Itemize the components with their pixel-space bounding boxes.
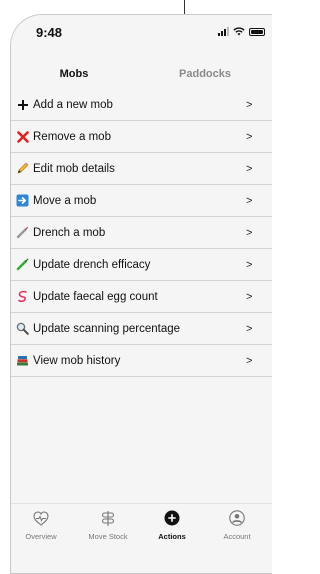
status-time: 9:48 xyxy=(36,25,63,40)
action-update-drench-efficacy[interactable]: Update drench efficacy > xyxy=(11,249,272,281)
chevron-right-icon: > xyxy=(246,130,253,143)
action-move-mob[interactable]: Move a mob > xyxy=(11,185,272,217)
chevron-right-icon: > xyxy=(246,226,253,239)
action-drench-mob[interactable]: Drench a mob > xyxy=(11,217,272,249)
nav-label: Actions xyxy=(158,532,186,541)
wifi-icon xyxy=(233,27,245,36)
action-label: Update scanning percentage xyxy=(33,322,181,335)
chevron-right-icon: > xyxy=(246,290,253,303)
status-icons xyxy=(218,27,265,36)
chevron-right-icon: > xyxy=(246,322,253,335)
chevron-right-icon: > xyxy=(246,162,253,175)
syringe-icon xyxy=(16,226,29,239)
chevron-right-icon: > xyxy=(246,194,253,207)
signpost-icon xyxy=(100,510,116,526)
nav-label: Move Stock xyxy=(88,532,128,541)
action-label: Add a new mob xyxy=(33,98,113,111)
status-bar: 9:48 xyxy=(11,15,272,51)
heart-pulse-icon xyxy=(33,510,49,526)
action-view-mob-history[interactable]: View mob history > xyxy=(11,345,272,377)
action-update-scanning-percentage[interactable]: Update scanning percentage > xyxy=(11,313,272,345)
action-label: Update faecal egg count xyxy=(33,290,158,303)
bottom-tab-bar: Overview Move Stock Actions Account xyxy=(11,503,272,573)
green-syringe-icon xyxy=(16,258,29,271)
magnifier-icon xyxy=(16,322,29,335)
books-icon xyxy=(16,354,29,367)
action-label: Move a mob xyxy=(33,194,97,207)
action-label: View mob history xyxy=(33,354,121,367)
nav-label: Overview xyxy=(25,532,57,541)
phone-frame: 9:48 Mobs Paddocks Add a new mob > Remov… xyxy=(10,14,272,574)
nav-actions[interactable]: Actions xyxy=(142,510,202,541)
cellular-signal-icon xyxy=(218,27,229,36)
actions-list: Add a new mob > Remove a mob > Edit mob … xyxy=(11,89,272,377)
nav-move-stock[interactable]: Move Stock xyxy=(78,510,138,541)
chevron-right-icon: > xyxy=(246,98,253,111)
action-remove-mob[interactable]: Remove a mob > xyxy=(11,121,272,153)
chevron-right-icon: > xyxy=(246,354,253,367)
plus-circle-icon xyxy=(164,510,180,526)
nav-account[interactable]: Account xyxy=(207,510,267,541)
action-label: Update drench efficacy xyxy=(33,258,151,271)
action-label: Remove a mob xyxy=(33,130,111,143)
worm-icon xyxy=(16,290,29,303)
battery-icon xyxy=(249,27,265,36)
action-label: Edit mob details xyxy=(33,162,115,175)
plus-icon xyxy=(16,98,29,111)
red-x-icon xyxy=(16,130,29,143)
right-arrow-icon xyxy=(16,194,29,207)
action-label: Drench a mob xyxy=(33,226,106,239)
nav-overview[interactable]: Overview xyxy=(11,510,71,541)
chevron-right-icon: > xyxy=(246,258,253,271)
nav-label: Account xyxy=(223,532,251,541)
pencil-icon xyxy=(16,162,29,175)
action-edit-mob[interactable]: Edit mob details > xyxy=(11,153,272,185)
action-update-faecal-egg-count[interactable]: Update faecal egg count > xyxy=(11,281,272,313)
action-add-mob[interactable]: Add a new mob > xyxy=(11,89,272,121)
user-circle-icon xyxy=(229,510,245,526)
